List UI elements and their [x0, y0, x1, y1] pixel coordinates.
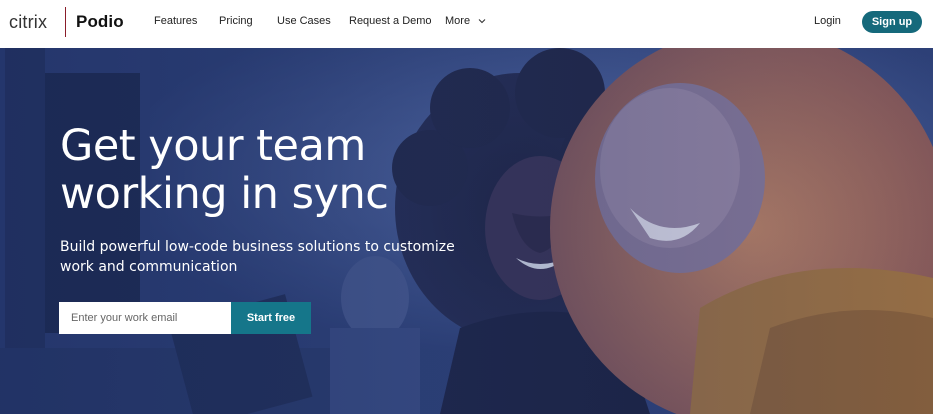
nav-item-pricing[interactable]: Pricing [219, 15, 253, 27]
chevron-down-icon[interactable] [478, 17, 486, 25]
nav-item-more[interactable]: More [445, 15, 470, 27]
citrix-logo[interactable]: citrix [9, 12, 47, 33]
login-link[interactable]: Login [814, 15, 841, 27]
hero-section: Get your team working in sync Build powe… [0, 48, 933, 414]
brand-divider [65, 7, 66, 37]
podio-logo[interactable]: Podio [76, 12, 124, 32]
hero-overlay [0, 48, 933, 414]
hero-subtitle: Build powerful low-code business solutio… [60, 239, 455, 275]
work-email-input[interactable] [59, 302, 231, 334]
nav-item-use-cases[interactable]: Use Cases [277, 15, 331, 27]
nav-item-request-demo[interactable]: Request a Demo [349, 15, 432, 27]
top-navigation-bar: citrix Podio Features Pricing Use Cases … [0, 0, 933, 48]
start-free-button[interactable]: Start free [231, 302, 311, 334]
signup-button[interactable]: Sign up [862, 11, 922, 33]
hero-title: Get your team working in sync [60, 121, 389, 219]
nav-item-features[interactable]: Features [154, 15, 197, 27]
